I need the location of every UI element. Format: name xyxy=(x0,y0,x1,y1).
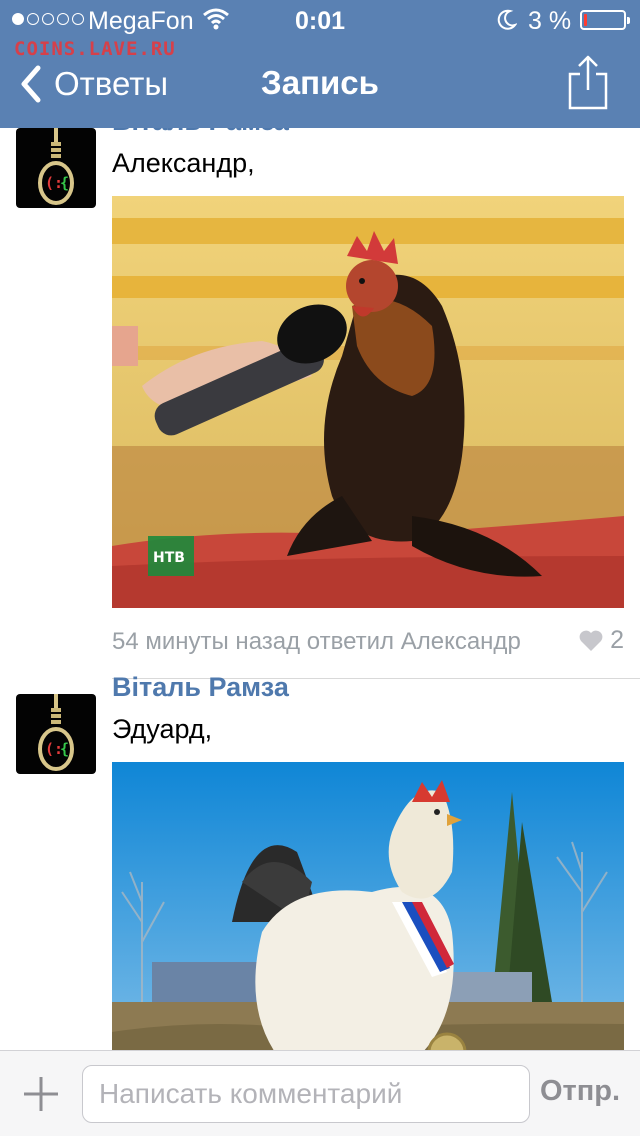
comments-feed[interactable]: (: { Віталь Рамза Александр, xyxy=(0,128,640,1050)
comment-input[interactable] xyxy=(82,1065,530,1123)
send-button[interactable]: Отпр. xyxy=(540,1075,620,1108)
noose-icon: (: { xyxy=(38,694,74,771)
comment-meta: 54 минуты назад ответил Александр 2 xyxy=(112,626,624,666)
battery-level xyxy=(584,14,587,26)
comment-text: Эдуард, xyxy=(112,714,213,744)
battery-icon xyxy=(580,10,630,30)
navigation-header: MegaFon 0:01 3 % COINS.LAVE.RU Ответы За… xyxy=(0,0,640,128)
timestamp-reply-info[interactable]: 54 минуты назад ответил Александр xyxy=(112,628,558,656)
watermark: COINS.LAVE.RU xyxy=(14,38,176,60)
author-name[interactable]: Віталь Рамза xyxy=(112,128,289,137)
svg-text:НТВ: НТВ xyxy=(153,550,185,566)
battery-percent: 3 % xyxy=(528,7,572,35)
share-icon[interactable] xyxy=(566,54,610,110)
avatar[interactable]: (: { xyxy=(16,694,96,774)
like-button[interactable]: 2 xyxy=(578,626,624,655)
moon-icon xyxy=(497,9,517,30)
back-button[interactable]: Ответы xyxy=(14,62,168,106)
like-count: 2 xyxy=(610,626,624,654)
author-name[interactable]: Віталь Рамза xyxy=(112,672,289,703)
rooster-interview-photo: НТВ xyxy=(112,196,624,608)
attached-photo[interactable]: НТВ xyxy=(112,196,624,608)
status-bar: MegaFon 0:01 3 % xyxy=(0,0,640,40)
avatar[interactable]: (: { xyxy=(16,128,96,208)
attached-photo[interactable] xyxy=(112,762,624,1050)
back-button-label: Ответы xyxy=(54,65,169,102)
plus-icon[interactable] xyxy=(20,1073,62,1115)
svg-text:{: { xyxy=(60,740,69,758)
comment-text: Александр, xyxy=(112,148,255,178)
noose-icon: (: { xyxy=(38,128,74,205)
svg-text:{: { xyxy=(60,174,69,192)
comment-composer: Отпр. xyxy=(0,1050,640,1136)
back-chevron-icon xyxy=(21,65,41,103)
heart-icon xyxy=(579,630,603,651)
rooster-medal-photo xyxy=(112,762,624,1050)
